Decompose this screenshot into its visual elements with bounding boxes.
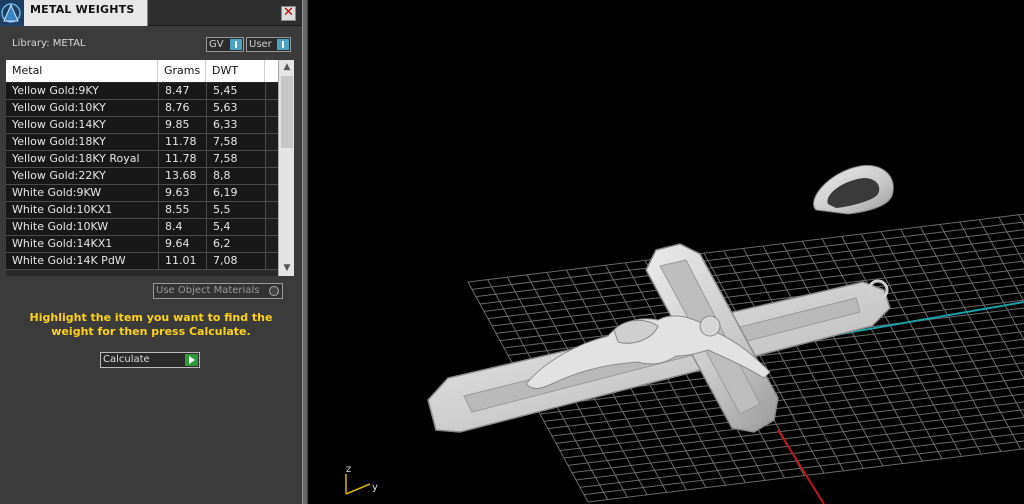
toggle-icon — [230, 39, 242, 50]
library-label: Library: METAL — [12, 38, 86, 49]
3d-viewport[interactable]: z y — [308, 0, 1024, 504]
table-row[interactable]: White Gold:10KW 8.4 5,4 — [6, 219, 279, 236]
dwt-cell: 6,33 — [206, 117, 265, 133]
use-object-materials-label: Use Object Materials — [156, 285, 260, 296]
column-header-grams[interactable]: Grams — [158, 60, 206, 82]
x-axis-line — [777, 429, 825, 504]
scroll-up-icon[interactable]: ▲ — [279, 60, 294, 75]
grams-cell: 8.47 — [158, 83, 206, 99]
metal-cell: Yellow Gold:18KY — [12, 135, 106, 148]
grams-cell: 8.4 — [158, 219, 206, 235]
grams-cell: 8.76 — [158, 100, 206, 116]
table-row[interactable]: White Gold:10KX1 8.55 5,5 — [6, 202, 279, 219]
use-object-materials-option[interactable]: Use Object Materials — [153, 283, 283, 299]
metal-table: Metal Grams DWT Yellow Gold:9KY 8.47 5,45 Y… — [6, 60, 294, 276]
viewport-canvas[interactable]: z y — [308, 0, 1024, 504]
calculate-button[interactable]: Calculate — [100, 352, 200, 368]
play-arrow-icon — [185, 354, 198, 366]
column-header-metal[interactable]: Metal — [6, 60, 158, 82]
user-library-button[interactable]: User — [246, 37, 291, 52]
table-row[interactable]: Yellow Gold:10KY 8.76 5,63 — [6, 100, 279, 117]
instruction-text: Highlight the item you want to find the … — [29, 311, 273, 338]
grams-cell: 9.64 — [158, 236, 206, 252]
column-header-dwt[interactable]: DWT — [206, 60, 265, 82]
dwt-cell: 6,19 — [206, 185, 265, 201]
grid-line — [575, 424, 1024, 481]
z-axis-label: z — [346, 464, 351, 475]
metal-cell: White Gold:14KX1 — [12, 237, 113, 250]
dwt-cell: 7,58 — [206, 134, 265, 150]
table-row[interactable]: White Gold:14KX1 9.64 6,2 — [6, 236, 279, 253]
grams-cell: 13.68 — [158, 168, 206, 184]
table-body: Yellow Gold:9KY 8.47 5,45 Yellow Gold:10KY 8… — [6, 83, 279, 270]
dwt-cell: 5,5 — [206, 202, 265, 218]
scroll-down-icon[interactable]: ▼ — [279, 261, 294, 276]
dwt-cell: 5,45 — [206, 83, 265, 99]
grams-cell: 11.01 — [158, 253, 206, 269]
title-tab: METAL WEIGHTS — [24, 0, 148, 26]
grams-cell: 9.63 — [158, 185, 206, 201]
toggle-icon — [277, 39, 289, 50]
gv-label: GV — [209, 39, 224, 50]
metal-cell: White Gold:10KX1 — [12, 203, 113, 216]
radio-icon[interactable] — [269, 286, 279, 296]
metal-cell: Yellow Gold:22KY — [12, 169, 106, 182]
grams-cell: 11.78 — [158, 151, 206, 167]
grams-cell: 9.85 — [158, 117, 206, 133]
y-axis-label: y — [372, 482, 378, 493]
gv-library-button[interactable]: GV — [206, 37, 244, 52]
calculate-label: Calculate — [103, 354, 150, 365]
title-bar: METAL WEIGHTS ✕ — [0, 0, 302, 26]
grid-line — [483, 244, 1024, 312]
dwt-cell: 8,8 — [206, 168, 265, 184]
table-scrollbar[interactable]: ▲ ▼ — [278, 60, 294, 276]
metal-cell: White Gold:14K PdW — [12, 254, 126, 267]
dwt-cell: 6,2 — [206, 236, 265, 252]
axis-gizmo: z y — [345, 464, 378, 495]
grams-cell: 11.78 — [158, 134, 206, 150]
table-row[interactable]: Yellow Gold:18KY 11.78 7,58 — [6, 134, 279, 151]
dwt-cell: 5,4 — [206, 219, 265, 235]
metal-cell: Yellow Gold:9KY — [12, 84, 99, 97]
table-row[interactable]: White Gold:14K PdW 11.01 7,08 — [6, 253, 279, 270]
metal-weights-panel: METAL WEIGHTS ✕ Library: METAL GV User M… — [0, 0, 302, 504]
grams-cell: 8.55 — [158, 202, 206, 218]
scroll-thumb[interactable] — [281, 76, 293, 148]
table-row[interactable]: Yellow Gold:9KY 8.47 5,45 — [6, 83, 279, 100]
close-icon: ✕ — [283, 5, 294, 20]
metal-cell: White Gold:10KW — [12, 220, 109, 233]
dwt-cell: 7,08 — [206, 253, 265, 269]
metal-cell: Yellow Gold:14KY — [12, 118, 106, 131]
table-row[interactable]: White Gold:9KW 9.63 6,19 — [6, 185, 279, 202]
table-row[interactable]: Yellow Gold:18KY Royal 11.78 7,58 — [6, 151, 279, 168]
app-logo-icon — [0, 0, 24, 26]
metal-cell: Yellow Gold:18KY Royal — [12, 152, 140, 165]
close-button[interactable]: ✕ — [281, 6, 296, 21]
dwt-cell: 7,58 — [206, 151, 265, 167]
metal-cell: White Gold:9KW — [12, 186, 102, 199]
window-title: METAL WEIGHTS — [30, 3, 135, 16]
user-label: User — [249, 39, 272, 50]
table-row[interactable]: Yellow Gold:14KY 9.85 6,33 — [6, 117, 279, 134]
table-row[interactable]: Yellow Gold:22KY 13.68 8,8 — [6, 168, 279, 185]
table-header: Metal Grams DWT — [6, 60, 278, 82]
metal-cell: Yellow Gold:10KY — [12, 101, 106, 114]
dwt-cell: 5,63 — [206, 100, 265, 116]
